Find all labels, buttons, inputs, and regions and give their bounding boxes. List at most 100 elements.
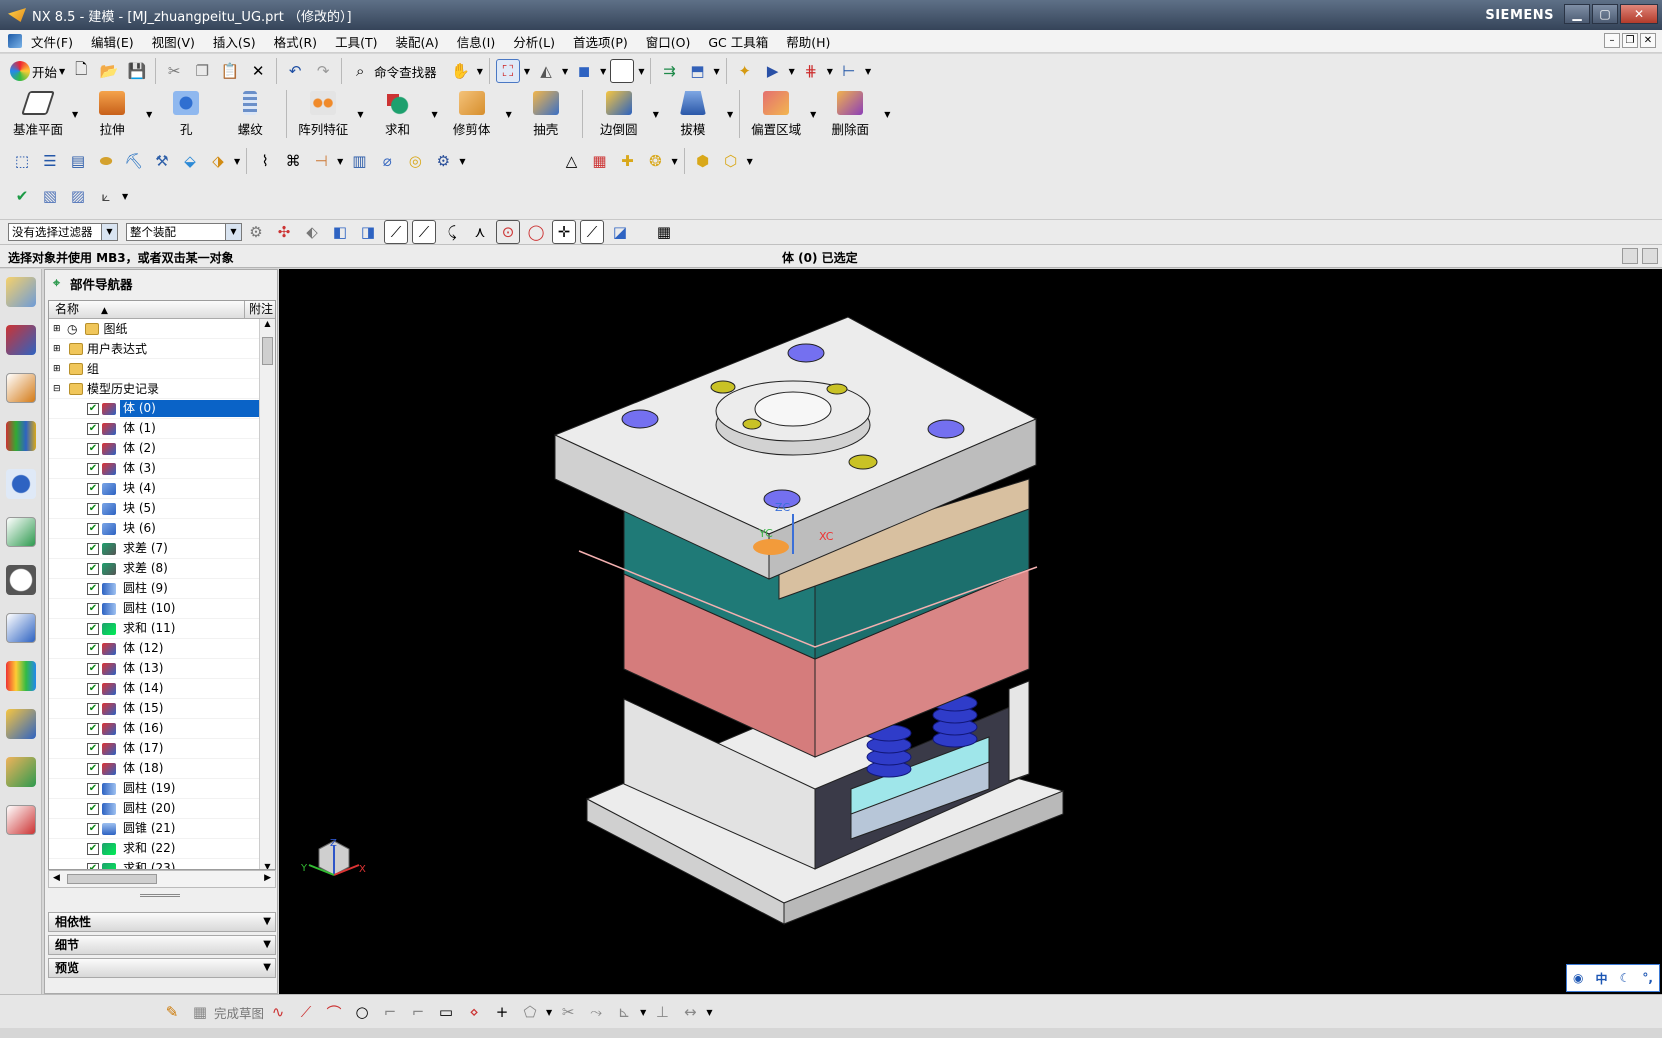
menu-file[interactable]: 文件(F) [22, 32, 82, 51]
visibility-checkbox[interactable]: ✔ [87, 802, 99, 815]
extrude-button[interactable]: 拉伸 [80, 87, 144, 141]
tree-feature-row[interactable]: ✔ 体 (1) [49, 419, 275, 439]
menu-edit[interactable]: 编辑(E) [82, 32, 143, 51]
measure-distance-icon[interactable]: ⊢ [837, 59, 861, 83]
new-file-icon[interactable]: 🗋 [69, 59, 93, 83]
electrode-icon[interactable]: ⚙ [431, 149, 455, 173]
view-manager-icon[interactable]: ❂ [643, 149, 667, 173]
visibility-checkbox[interactable]: ✔ [87, 842, 99, 855]
thread-button[interactable]: 螺纹 [218, 87, 282, 141]
visibility-checkbox[interactable]: ✔ [87, 682, 99, 695]
menu-help[interactable]: 帮助(H) [777, 32, 839, 51]
undo-icon[interactable]: ↶ [283, 59, 307, 83]
finish-sketch-icon[interactable]: ▦ [188, 1000, 212, 1024]
make-corner-icon[interactable]: ⊾ [612, 1000, 636, 1024]
circle-icon[interactable]: ○ [350, 1000, 374, 1024]
reuse-library-icon[interactable] [6, 421, 36, 451]
visibility-checkbox[interactable]: ✔ [87, 762, 99, 775]
status-toggle-icon[interactable] [1642, 248, 1658, 264]
triangle-icon[interactable]: △ [559, 149, 583, 173]
menu-view[interactable]: 视图(V) [143, 32, 204, 51]
menu-assembly[interactable]: 装配(A) [386, 32, 447, 51]
tree-feature-row[interactable]: ✔ 体 (14) [49, 679, 275, 699]
polygon-icon[interactable]: ⋄ [462, 1000, 486, 1024]
close-button[interactable]: ✕ [1620, 4, 1658, 24]
select-solid-icon[interactable]: ◨ [356, 220, 380, 244]
touch-mode-icon[interactable]: ✋ [449, 59, 473, 83]
slider-icon[interactable]: ⬗ [206, 149, 230, 173]
pane-dependencies[interactable]: 相依性 ▼ [48, 912, 276, 932]
point-icon[interactable]: + [490, 1000, 514, 1024]
visibility-checkbox[interactable]: ✔ [87, 622, 99, 635]
tree-feature-row[interactable]: ✔ 求差 (7) [49, 539, 275, 559]
type-filter-select[interactable]: 没有选择过滤器 ▼ [8, 223, 118, 241]
tree-feature-row[interactable]: ✔ 求和 (23) [49, 859, 275, 869]
tree-feature-row[interactable]: ✔ 块 (4) [49, 479, 275, 499]
visibility-checkbox[interactable]: ✔ [87, 462, 99, 475]
visibility-checkbox[interactable]: ✔ [87, 782, 99, 795]
visualization-icon[interactable] [6, 661, 36, 691]
visibility-checkbox[interactable]: ✔ [87, 422, 99, 435]
tree-feature-row[interactable]: ✔ 体 (0) [49, 399, 275, 419]
arc-icon[interactable]: ⌒ [322, 1000, 346, 1024]
snap-center-icon[interactable]: ⊙ [496, 220, 520, 244]
visibility-checkbox[interactable]: ✔ [87, 642, 99, 655]
graphics-window[interactable]: ZC YC XC Z X Y [279, 269, 1662, 994]
pin-icon[interactable]: ⌖ [53, 275, 60, 291]
snap-point-icon[interactable]: ✦ [733, 59, 757, 83]
tree-feature-row[interactable]: ✔ 体 (15) [49, 699, 275, 719]
visibility-checkbox[interactable]: ✔ [87, 582, 99, 595]
visibility-checkbox[interactable]: ✔ [87, 822, 99, 835]
bom-table-icon[interactable]: ▦ [587, 149, 611, 173]
snap-endpoint-icon[interactable]: ⟋ [384, 220, 408, 244]
expand-icon[interactable]: ⊞ [53, 364, 63, 374]
check-region-icon[interactable]: ✔ [10, 184, 34, 208]
tree-feature-row[interactable]: ✔ 体 (12) [49, 639, 275, 659]
pattern-feature-button[interactable]: 阵列特征 [291, 87, 355, 141]
app-menu-icon[interactable] [8, 34, 22, 48]
tree-feature-row[interactable]: ✔ 体 (13) [49, 659, 275, 679]
roles-icon[interactable] [6, 757, 36, 787]
cooling-icon[interactable]: ▥ [347, 149, 371, 173]
assembly-tool2-icon[interactable]: ⬡ [719, 149, 743, 173]
workpiece-icon[interactable]: ☰ [38, 149, 62, 173]
parting-tool-icon[interactable]: ⬬ [94, 149, 118, 173]
assembly-navigator-icon[interactable] [6, 277, 36, 307]
finish-sketch-button[interactable]: 完成草图 [214, 1003, 264, 1022]
history-icon[interactable] [6, 565, 36, 595]
tree-feature-row[interactable]: ✔ 体 (2) [49, 439, 275, 459]
column-notes[interactable]: 附注 [245, 301, 273, 318]
spring-icon[interactable]: ⌀ [375, 149, 399, 173]
tree-folder[interactable]: ⊞ ◷ 图纸 [49, 319, 275, 339]
tree-feature-row[interactable]: ✔ 圆锥 (21) [49, 819, 275, 839]
tree-folder[interactable]: ⊞ 组 [49, 359, 275, 379]
wcs-icon[interactable]: ▶ [761, 59, 785, 83]
part-navigator-icon[interactable] [6, 373, 36, 403]
edge-blend-button[interactable]: 边倒圆 [587, 87, 651, 141]
doc-minimize-button[interactable]: – [1604, 33, 1620, 48]
constraint-navigator-icon[interactable] [6, 325, 36, 355]
profile-icon[interactable]: ∿ [266, 1000, 290, 1024]
check-interference-icon[interactable]: ▨ [66, 184, 90, 208]
chamfer-icon[interactable]: ⌐ [406, 1000, 430, 1024]
menu-preferences[interactable]: 首选项(P) [564, 32, 637, 51]
expand-icon[interactable]: ⊟ [53, 384, 63, 394]
snap-on-curve-icon[interactable]: ⟋ [580, 220, 604, 244]
constraints-icon[interactable]: ⊥ [650, 1000, 674, 1024]
snap-quadrant-icon[interactable]: ◯ [524, 220, 548, 244]
visibility-checkbox[interactable]: ✔ [87, 542, 99, 555]
visibility-checkbox[interactable]: ✔ [87, 442, 99, 455]
start-button[interactable]: 开始 [32, 62, 57, 81]
snap-face-icon[interactable]: ◪ [608, 220, 632, 244]
dimension-icon[interactable]: ↔ [678, 1000, 702, 1024]
filter-settings-icon[interactable]: ⚙ [244, 220, 268, 244]
splitter-grip[interactable] [140, 894, 180, 897]
system-materials-icon[interactable] [6, 613, 36, 643]
tree-feature-row[interactable]: ✔ 圆柱 (10) [49, 599, 275, 619]
draft-analysis-icon[interactable]: ⟀ [94, 184, 118, 208]
menu-analysis[interactable]: 分析(L) [504, 32, 564, 51]
tree-feature-row[interactable]: ✔ 体 (16) [49, 719, 275, 739]
quick-trim-icon[interactable]: ✂ [556, 1000, 580, 1024]
line-icon[interactable]: ⟋ [294, 1000, 318, 1024]
background-icon[interactable] [610, 59, 635, 83]
